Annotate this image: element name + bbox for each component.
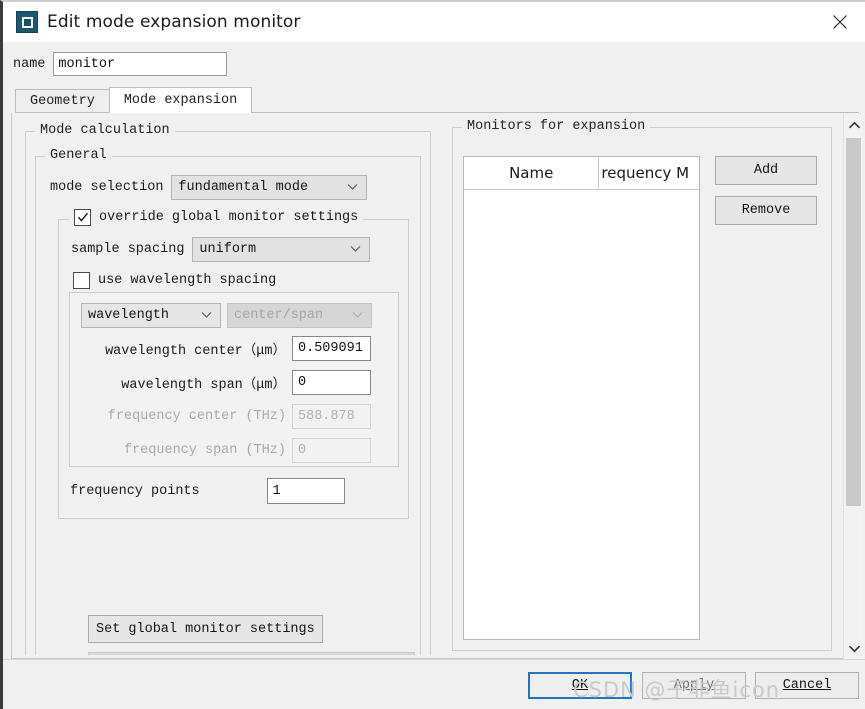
frequency-center-row: frequency center (THz) 588.878: [81, 404, 371, 429]
monitors-table[interactable]: Name requency M: [463, 156, 700, 640]
wavelength-center-value: 0.509091: [298, 341, 363, 356]
units-select[interactable]: wavelength: [81, 303, 221, 328]
ok-button[interactable]: OK: [528, 672, 632, 699]
chevron-down-icon[interactable]: [844, 637, 864, 659]
checkbox-unchecked-icon[interactable]: [73, 272, 90, 289]
cancel-button-label: Cancel: [782, 678, 832, 693]
frequency-span-label: frequency span (THz): [123, 443, 286, 458]
frequency-center-label: frequency center (THz): [107, 409, 286, 424]
override-global-checkbox-row[interactable]: override global monitor settings: [69, 209, 364, 226]
add-button[interactable]: Add: [715, 156, 817, 185]
frequency-span-row: frequency span (THz) 0: [81, 438, 371, 463]
units-value: wavelength: [88, 308, 170, 323]
cancel-button[interactable]: Cancel: [755, 672, 859, 699]
mode-selection-label: mode selection: [50, 180, 164, 195]
scrollbar-thumb[interactable]: [846, 138, 861, 506]
column-header-name[interactable]: Name: [464, 157, 600, 189]
set-global-monitor-settings-button[interactable]: Set global monitor settings: [88, 615, 323, 643]
override-global-label: override global monitor settings: [99, 210, 359, 225]
wavelength-span-row: wavelength span（μm） 0: [81, 370, 371, 395]
wavelength-center-label: wavelength center（μm）: [105, 344, 286, 359]
dialog-footer: OK Apply Cancel: [3, 659, 865, 709]
wavelength-span-value: 0: [298, 375, 307, 390]
frequency-points-input[interactable]: 1: [266, 478, 345, 504]
general-group-label: General: [45, 148, 112, 163]
column-header-frequency-monitor[interactable]: requency M: [599, 157, 699, 189]
frequency-points-row: frequency points 1: [70, 478, 390, 504]
wavelength-center-row: wavelength center（μm） 0.509091: [81, 336, 371, 361]
general-group: General mode selection fundamental mode: [35, 148, 421, 655]
name-row: name: [13, 52, 228, 76]
remove-button-label: Remove: [741, 203, 791, 218]
use-wavelength-spacing-label: use wavelength spacing: [98, 273, 277, 288]
monitors-for-expansion-group: Monitors for expansion Name requency M A…: [452, 119, 832, 651]
table-header-row: Name requency M: [464, 157, 699, 190]
mode-selection-value: fundamental mode: [178, 180, 309, 195]
frequency-points-label: frequency points: [70, 483, 200, 499]
app-square-icon: [16, 11, 38, 33]
name-label: name: [13, 56, 46, 72]
range-mode-select: center/span: [227, 303, 372, 328]
set-global-monitor-settings-label: Set global monitor settings: [96, 621, 315, 637]
wavelength-frequency-block: wavelength center/span wavelength center…: [69, 292, 399, 467]
frequency-center-input: 588.878: [292, 404, 371, 429]
frequency-span-value: 0: [298, 443, 307, 458]
chevron-down-icon: [347, 180, 358, 195]
remove-button[interactable]: Remove: [715, 196, 817, 225]
chevron-up-icon[interactable]: [844, 114, 864, 136]
tab-geometry[interactable]: Geometry: [15, 89, 110, 113]
chevron-down-icon: [350, 242, 361, 257]
mode-calculation-pane: Mode calculation General mode selection …: [17, 117, 437, 655]
sample-spacing-label: sample spacing: [71, 242, 185, 257]
window-title: Edit mode expansion monitor: [47, 12, 301, 32]
wavelength-center-input[interactable]: 0.509091: [292, 336, 371, 361]
sample-spacing-value: uniform: [199, 242, 257, 257]
vertical-scrollbar[interactable]: [843, 114, 863, 659]
mode-selection-select[interactable]: fundamental mode: [171, 175, 368, 200]
apply-button[interactable]: Apply: [642, 672, 746, 699]
mode-selection-row: mode selection fundamental mode: [50, 175, 368, 200]
wavelength-span-label: wavelength span（μm）: [121, 378, 286, 393]
ok-button-label: OK: [571, 678, 589, 693]
frequency-center-value: 588.878: [298, 409, 355, 424]
dialog-window: Edit mode expansion monitor name Geometr…: [0, 0, 865, 709]
mode-calculation-group: Mode calculation General mode selection …: [25, 123, 431, 655]
frequency-points-value: 1: [272, 483, 281, 499]
select-modes-button: Select Mode(s): [88, 652, 415, 655]
override-group: override global monitor settings sample …: [58, 209, 409, 519]
chevron-down-icon: [201, 308, 212, 323]
mode-calculation-group-label: Mode calculation: [35, 123, 175, 138]
add-button-label: Add: [753, 163, 779, 178]
close-icon[interactable]: [815, 2, 865, 42]
units-row: wavelength center/span: [81, 303, 372, 328]
monitors-pane: Monitors for expansion Name requency M A…: [448, 117, 834, 655]
apply-button-label: Apply: [673, 678, 715, 693]
tab-mode-expansion[interactable]: Mode expansion: [108, 87, 253, 113]
wavelength-span-input[interactable]: 0: [292, 370, 371, 395]
use-wavelength-spacing-row[interactable]: use wavelength spacing: [73, 272, 276, 289]
range-mode-value: center/span: [234, 308, 324, 323]
monitors-group-label: Monitors for expansion: [462, 119, 651, 134]
sample-spacing-select[interactable]: uniform: [192, 237, 371, 262]
title-bar: Edit mode expansion monitor: [3, 2, 865, 42]
tab-content-panel: Mode calculation General mode selection …: [11, 113, 861, 659]
sample-spacing-row: sample spacing uniform: [71, 237, 371, 262]
checkbox-checked-icon[interactable]: [74, 209, 91, 226]
name-input[interactable]: [53, 52, 228, 76]
chevron-down-icon: [352, 308, 363, 323]
frequency-span-input: 0: [292, 438, 371, 463]
tab-bar: Geometry Mode expansion: [15, 87, 865, 113]
